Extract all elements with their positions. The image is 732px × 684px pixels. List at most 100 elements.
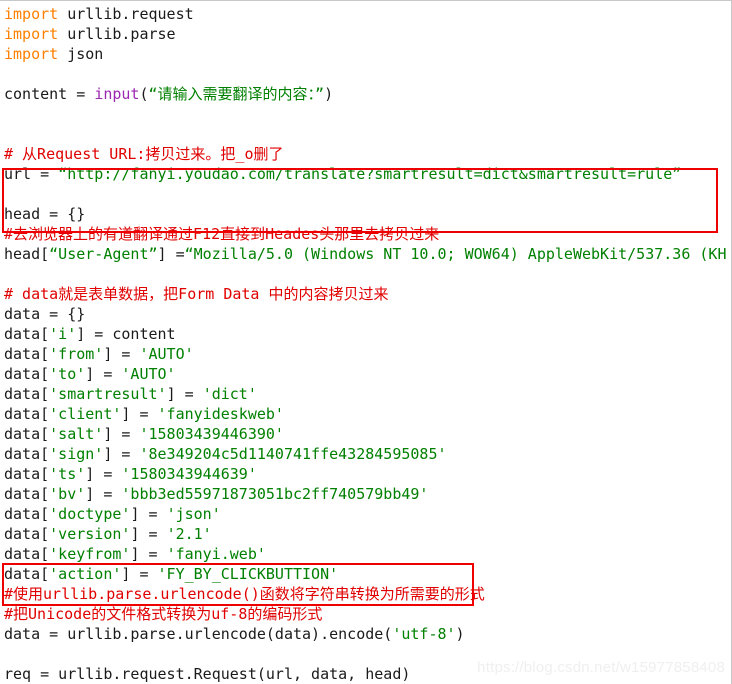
code-token: 'utf-8'	[392, 625, 456, 643]
code-token: (	[139, 85, 149, 103]
code-token: data = urllib.parse.urlencode(data).enco…	[4, 625, 393, 643]
code-line[interactable]: data['salt'] = '15803439446390'	[4, 424, 731, 444]
code-line[interactable]	[4, 124, 731, 144]
code-line[interactable]: data['action'] = 'FY_BY_CLICKBUTTION'	[4, 564, 731, 584]
code-token: ] =	[121, 565, 158, 583]
code-token: import	[4, 45, 59, 63]
code-token: 'bv'	[49, 485, 86, 503]
code-token: data[	[4, 465, 50, 483]
code-token: 'doctype'	[49, 505, 131, 523]
code-token: 'dict'	[202, 385, 257, 403]
code-token: urllib.parse	[58, 25, 176, 43]
code-line[interactable]: # data就是表单数据，把Form Data 中的内容拷贝过来	[4, 284, 731, 304]
code-line[interactable]: url = “http://fanyi.youdao.com/translate…	[4, 164, 731, 184]
code-token: 'keyfrom'	[49, 545, 131, 563]
code-token: 'bbb3ed55971873051bc2ff740579bb49'	[121, 485, 429, 503]
code-token: )	[324, 85, 334, 103]
code-token: '2.1'	[166, 525, 212, 543]
code-token: # 从Request URL:拷贝过来。把_o删了	[4, 145, 284, 163]
code-token: '15803439446390'	[139, 425, 284, 443]
code-token: '1580343944639'	[121, 465, 257, 483]
code-token: ] =	[85, 465, 122, 483]
code-line[interactable]: #去浏览器上的有道翻译通过F12直接到Heades头那里去拷贝过来	[4, 224, 731, 244]
code-token: 'action'	[49, 565, 122, 583]
code-line[interactable]	[4, 104, 731, 124]
code-token: data[	[4, 345, 50, 363]
code-token: urllib.request	[58, 5, 194, 23]
code-token: ] =	[166, 385, 203, 403]
code-line[interactable]: data['client'] = 'fanyideskweb'	[4, 404, 731, 424]
code-token: ] =	[121, 405, 158, 423]
code-token: data = {}	[4, 305, 86, 323]
csdn-watermark: https://blog.csdn.net/w15977858408	[477, 659, 725, 676]
code-token: ] =	[103, 445, 140, 463]
code-screenshot: import urllib.request import urllib.parse…	[0, 0, 732, 684]
code-token: import	[4, 5, 59, 23]
code-line[interactable]: data['i'] = content	[4, 324, 731, 344]
code-line[interactable]: content = input(“请输入需要翻译的内容：”)	[4, 84, 731, 104]
code-line[interactable]: data['doctype'] = 'json'	[4, 504, 731, 524]
code-token: 'AUTO'	[139, 345, 194, 363]
code-line[interactable]	[4, 264, 731, 284]
code-editor-content[interactable]: import urllib.request import urllib.parse…	[0, 1, 731, 684]
code-token: 'version'	[49, 525, 131, 543]
code-line[interactable]: #把Unicode的文件格式转换为uf-8的编码形式	[4, 604, 731, 624]
code-token: data[	[4, 485, 50, 503]
code-token: ] =	[85, 485, 122, 503]
code-token: ] =	[130, 505, 167, 523]
code-token: )	[455, 625, 465, 643]
code-token: # data就是表单数据，把Form Data 中的内容拷贝过来	[4, 285, 389, 303]
code-token: 'salt'	[49, 425, 104, 443]
code-line[interactable]: # 从Request URL:拷贝过来。把_o删了	[4, 144, 731, 164]
code-token: '8e349204c5d1140741ffe43284595085'	[139, 445, 447, 463]
code-line[interactable]: data['smartresult'] = 'dict'	[4, 384, 731, 404]
code-token: “User-Agent”	[49, 245, 158, 263]
code-line[interactable]	[4, 64, 731, 84]
code-line[interactable]: data['bv'] = 'bbb3ed55971873051bc2ff7405…	[4, 484, 731, 504]
code-token: data[	[4, 505, 50, 523]
code-token: 'AUTO'	[121, 365, 176, 383]
code-line[interactable]: data = {}	[4, 304, 731, 324]
code-line[interactable]: head = {}	[4, 204, 731, 224]
code-token: data[	[4, 425, 50, 443]
code-token: “http://fanyi.youdao.com/translate?smart…	[58, 165, 682, 183]
code-line[interactable]: data['sign'] = '8e349204c5d1140741ffe432…	[4, 444, 731, 464]
code-line[interactable]: head[“User-Agent”] =“Mozilla/5.0 (Window…	[4, 244, 731, 264]
code-token: data[	[4, 385, 50, 403]
code-line[interactable]: data['to'] = 'AUTO'	[4, 364, 731, 384]
code-line[interactable]	[4, 184, 731, 204]
code-token: 'i'	[49, 325, 77, 343]
code-token: 'fanyideskweb'	[157, 405, 284, 423]
code-token: req = urllib.request.Request(url, data, …	[4, 665, 411, 683]
code-token: 'smartresult'	[49, 385, 167, 403]
code-token: 'ts'	[49, 465, 86, 483]
code-token: ] =	[85, 365, 122, 383]
code-token: “请输入需要翻译的内容：”	[148, 85, 325, 103]
code-line[interactable]: data['version'] = '2.1'	[4, 524, 731, 544]
code-token: data[	[4, 525, 50, 543]
code-line[interactable]: import urllib.request	[4, 4, 731, 24]
code-token: 'fanyi.web'	[166, 545, 266, 563]
code-token: 'from'	[49, 345, 104, 363]
code-token: json	[58, 45, 104, 63]
code-token: data[	[4, 445, 50, 463]
code-token: #使用urllib.parse.urlencode()函数将字符串转换为所需要的…	[4, 585, 485, 603]
code-token: import	[4, 25, 59, 43]
code-line[interactable]: import urllib.parse	[4, 24, 731, 44]
code-line[interactable]: data['keyfrom'] = 'fanyi.web'	[4, 544, 731, 564]
code-token: ] =	[130, 545, 167, 563]
code-line[interactable]: data['from'] = 'AUTO'	[4, 344, 731, 364]
code-line[interactable]: import json	[4, 44, 731, 64]
code-token: #去浏览器上的有道翻译通过F12直接到Heades头那里去拷贝过来	[4, 225, 440, 243]
code-token: 'sign'	[49, 445, 104, 463]
code-line[interactable]: data['ts'] = '1580343944639'	[4, 464, 731, 484]
code-line[interactable]: #使用urllib.parse.urlencode()函数将字符串转换为所需要的…	[4, 584, 731, 604]
code-token: url =	[4, 165, 59, 183]
code-token: data[	[4, 565, 50, 583]
code-line[interactable]: data = urllib.parse.urlencode(data).enco…	[4, 624, 731, 644]
code-token: ] =	[103, 345, 140, 363]
code-token: data[	[4, 325, 50, 343]
code-token: ] =	[157, 245, 185, 263]
code-token: data[	[4, 365, 50, 383]
code-token: content =	[4, 85, 95, 103]
